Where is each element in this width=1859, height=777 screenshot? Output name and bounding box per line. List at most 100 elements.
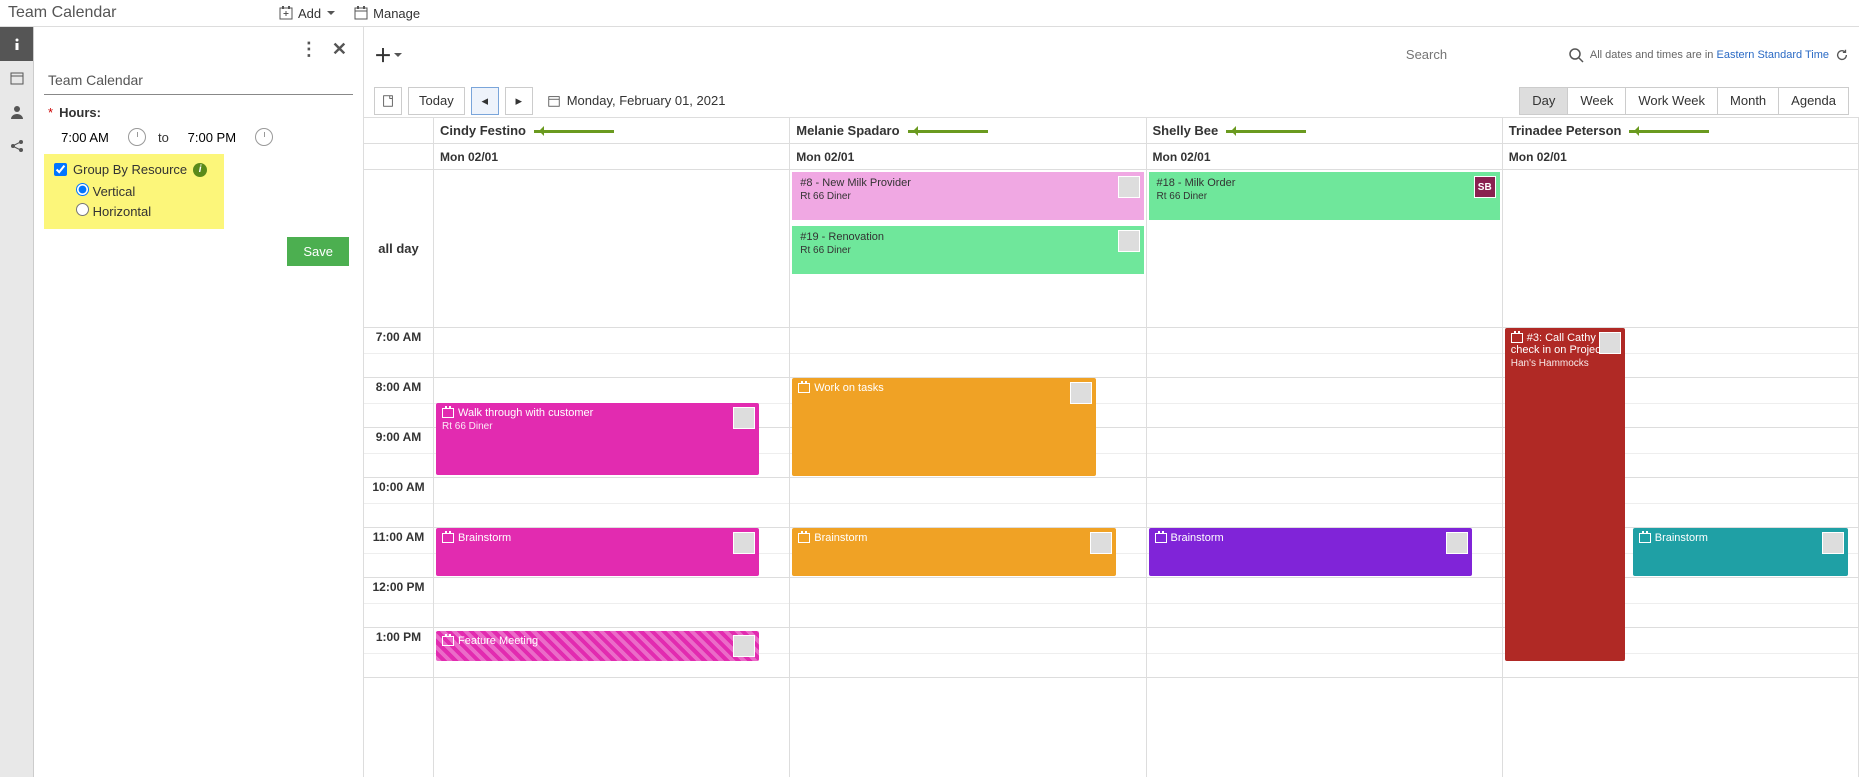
hours-to-input[interactable] bbox=[181, 130, 243, 145]
clock-icon[interactable] bbox=[128, 128, 146, 146]
time-slot[interactable] bbox=[790, 478, 1145, 528]
manage-button[interactable]: Manage bbox=[353, 5, 420, 21]
date-header: Mon 02/01 bbox=[790, 144, 1145, 170]
hours-from-input[interactable] bbox=[54, 130, 116, 145]
resource-header: Cindy Festino bbox=[434, 118, 789, 144]
calendar-event[interactable]: Brainstorm bbox=[1149, 528, 1472, 576]
view-work-week[interactable]: Work Week bbox=[1625, 87, 1718, 115]
avatar bbox=[1446, 532, 1468, 554]
view-day[interactable]: Day bbox=[1519, 87, 1568, 115]
calendar-event[interactable]: Work on tasks bbox=[792, 378, 1095, 476]
clock-icon[interactable] bbox=[255, 128, 273, 146]
avatar bbox=[1822, 532, 1844, 554]
event-icon bbox=[1639, 533, 1651, 543]
search-input[interactable] bbox=[1402, 43, 1562, 67]
export-button[interactable] bbox=[374, 87, 402, 115]
calendar-icon[interactable] bbox=[547, 94, 561, 108]
opt-horizontal[interactable]: Horizontal bbox=[76, 203, 214, 219]
allday-cell[interactable] bbox=[434, 170, 789, 328]
event-icon bbox=[1511, 333, 1523, 343]
allday-event[interactable]: #8 - New Milk ProviderRt 66 Diner bbox=[792, 172, 1143, 220]
time-slot[interactable] bbox=[434, 328, 789, 378]
pdf-icon bbox=[381, 94, 395, 108]
allday-event[interactable]: #19 - RenovationRt 66 Diner bbox=[792, 226, 1143, 274]
next-button[interactable]: ▸ bbox=[505, 87, 533, 115]
time-slot[interactable] bbox=[434, 578, 789, 628]
hours-label: Hours: bbox=[59, 105, 101, 120]
refresh-icon[interactable] bbox=[1835, 48, 1849, 62]
calendar-event[interactable]: Brainstorm bbox=[792, 528, 1115, 576]
opt-vertical[interactable]: Vertical bbox=[76, 183, 214, 199]
info-icon bbox=[9, 36, 25, 52]
time-slot[interactable] bbox=[790, 328, 1145, 378]
resource-header: Shelly Bee bbox=[1147, 118, 1502, 144]
caret-down-icon bbox=[394, 53, 402, 61]
add-button[interactable]: Add bbox=[278, 5, 335, 21]
time-slot[interactable] bbox=[434, 478, 789, 528]
group-by-resource-box: Group By Resource i Vertical Horizontal bbox=[44, 154, 224, 229]
view-month[interactable]: Month bbox=[1717, 87, 1779, 115]
hour-label: 1:00 PM bbox=[364, 628, 433, 678]
calendar-event[interactable]: Brainstorm bbox=[1633, 528, 1848, 576]
time-slot[interactable] bbox=[1147, 378, 1502, 428]
share-icon bbox=[9, 138, 25, 154]
icon-rail bbox=[0, 27, 34, 777]
time-slot[interactable] bbox=[790, 628, 1145, 678]
view-agenda[interactable]: Agenda bbox=[1778, 87, 1849, 115]
today-button[interactable]: Today bbox=[408, 87, 465, 115]
avatar bbox=[1090, 532, 1112, 554]
avatar bbox=[1070, 382, 1092, 404]
time-slot[interactable] bbox=[790, 578, 1145, 628]
event-icon bbox=[798, 383, 810, 393]
calendar-event[interactable]: Brainstorm bbox=[436, 528, 759, 576]
time-slot[interactable] bbox=[1147, 578, 1502, 628]
sidebar-menu-icon[interactable]: ⋮ bbox=[300, 39, 318, 60]
avatar bbox=[1118, 230, 1140, 252]
time-slot[interactable] bbox=[1147, 328, 1502, 378]
add-label: Add bbox=[298, 6, 321, 21]
timezone-link[interactable]: Eastern Standard Time bbox=[1716, 49, 1829, 61]
rail-share[interactable] bbox=[0, 129, 33, 163]
opt-vertical-label: Vertical bbox=[93, 184, 136, 199]
arrow-icon bbox=[534, 127, 624, 135]
hour-label: 10:00 AM bbox=[364, 478, 433, 528]
calendar-event[interactable]: Feature Meeting bbox=[436, 631, 759, 661]
sidebar: ⋮ ✕ Team Calendar * Hours: to Group By R… bbox=[34, 27, 364, 777]
calendar-event[interactable]: #3: Call Cathy to check in on ProjectHan… bbox=[1505, 328, 1625, 661]
rail-info[interactable] bbox=[0, 27, 33, 61]
time-slot[interactable] bbox=[1147, 428, 1502, 478]
arrow-icon bbox=[908, 127, 998, 135]
allday-cell[interactable]: #18 - Milk OrderRt 66 DinerSB bbox=[1147, 170, 1502, 328]
rail-calendar[interactable] bbox=[0, 61, 33, 95]
event-icon bbox=[1155, 533, 1167, 543]
avatar: SB bbox=[1474, 176, 1496, 198]
info-icon[interactable]: i bbox=[193, 163, 207, 177]
resource-header: Trinadee Peterson bbox=[1503, 118, 1858, 144]
allday-cell[interactable]: #8 - New Milk ProviderRt 66 Diner #19 - R… bbox=[790, 170, 1145, 328]
sidebar-close-icon[interactable]: ✕ bbox=[332, 39, 347, 60]
time-slot[interactable] bbox=[1147, 478, 1502, 528]
allday-cell[interactable] bbox=[1503, 170, 1858, 328]
date-header: Mon 02/01 bbox=[1147, 144, 1502, 170]
group-checkbox[interactable] bbox=[54, 163, 67, 176]
hour-label: 7:00 AM bbox=[364, 328, 433, 378]
calendar-event[interactable]: Walk through with customerRt 66 Diner bbox=[436, 403, 759, 475]
calendar-icon bbox=[9, 70, 25, 86]
rail-user[interactable] bbox=[0, 95, 33, 129]
prev-button[interactable]: ◂ bbox=[471, 87, 499, 115]
avatar bbox=[733, 635, 755, 657]
app-title: Team Calendar bbox=[8, 4, 258, 22]
date-header: Mon 02/01 bbox=[434, 144, 789, 170]
time-slot[interactable] bbox=[1147, 628, 1502, 678]
save-button[interactable]: Save bbox=[287, 237, 349, 266]
to-label: to bbox=[158, 130, 169, 145]
resource-header: Melanie Spadaro bbox=[790, 118, 1145, 144]
caret-down-icon bbox=[327, 11, 335, 19]
timezone-note: All dates and times are in Eastern Stand… bbox=[1590, 49, 1829, 61]
new-event-button[interactable]: ＋ bbox=[374, 41, 402, 69]
view-week[interactable]: Week bbox=[1567, 87, 1626, 115]
current-date: Monday, February 01, 2021 bbox=[567, 93, 726, 108]
allday-event[interactable]: #18 - Milk OrderRt 66 DinerSB bbox=[1149, 172, 1500, 220]
hour-label: 11:00 AM bbox=[364, 528, 433, 578]
search-icon[interactable] bbox=[1568, 47, 1584, 63]
